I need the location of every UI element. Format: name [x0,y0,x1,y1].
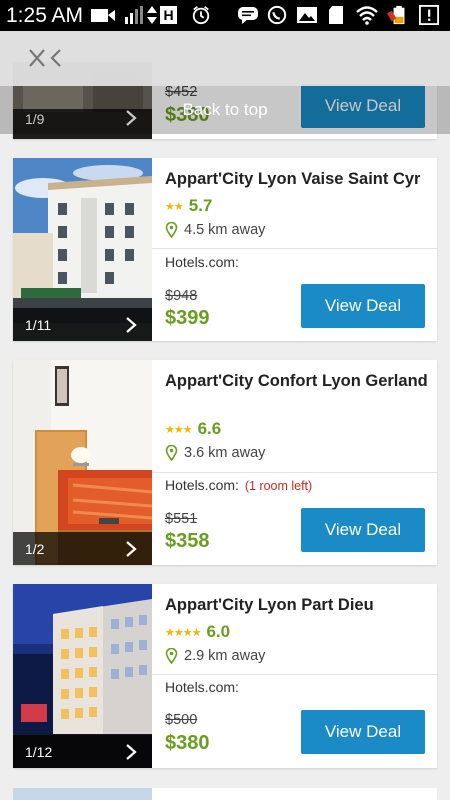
data-arrows-icon [147,6,157,24]
chat-icon [238,7,258,24]
video-icon [91,9,115,22]
distance-row: 2.9 km away [165,646,265,666]
provider-name: Hotels.com: [165,254,239,270]
hotel-photo[interactable]: 1/12 [13,584,152,768]
star-rating-icon: ★★★★ [165,626,201,639]
hotel-card[interactable]: 1/12 Appart'City Lyon Part Dieu ★★★★ 6.0… [13,584,437,768]
photo-counter: 1/2 [25,541,45,557]
location-pin-icon [165,445,178,461]
rating-row: ★★★★ 6.0 [165,622,230,642]
chevron-right-icon[interactable] [124,540,138,558]
view-deal-button[interactable]: View Deal [301,508,425,552]
provider-name: Hotels.com: [165,679,239,695]
hotel-name[interactable]: Appart'City Lyon Part Dieu [165,594,431,616]
location-pin-icon [165,222,178,238]
view-deal-button[interactable]: View Deal [301,710,425,754]
hotel-photo[interactable]: 1/11 [13,158,152,341]
gallery-icon [297,7,317,23]
results-top-bar [0,31,450,86]
distance-text: 3.6 km away [184,445,266,461]
divider [152,674,437,675]
deal-price: $358 [165,530,210,552]
deal-price: $399 [165,307,210,329]
hspa-badge: H [160,6,177,24]
close-collapse-icon[interactable] [26,46,66,70]
photo-counter: 1/11 [25,317,52,333]
distance-row: 3.6 km away [165,443,265,463]
provider-row: Hotels.com: [165,679,241,695]
back-to-top-label: Back to top [182,100,268,119]
photo-counter: 1/12 [25,744,53,760]
provider-row: Hotels.com: [165,254,241,270]
hotel-card-next-partial[interactable] [13,788,437,800]
provider-row: Hotels.com: (1 room left) [165,477,312,493]
review-score: 5.7 [188,196,213,215]
star-rating-icon: ★★ [165,200,184,213]
original-price: $948 [165,288,198,304]
star-rating-icon: ★★★ [165,423,193,436]
alert-icon [419,5,439,25]
battery-icon [387,5,405,25]
original-price: $551 [165,511,198,527]
review-score: 6.6 [197,419,222,438]
sd-card-icon [329,6,343,24]
alarm-icon [192,6,210,25]
status-time: 1:25 AM [6,4,84,27]
deal-price: $380 [165,732,210,754]
chevron-right-icon[interactable] [124,316,138,334]
hotel-name[interactable]: Appart'City Lyon Vaise Saint Cyr [165,168,431,190]
view-deal-button[interactable]: View Deal [301,284,425,328]
original-price: $500 [165,712,198,728]
divider [152,248,437,249]
status-bar: 1:25 AM H [0,0,450,31]
provider-name: Hotels.com: [165,477,239,493]
signal-bars-icon [125,6,143,24]
distance-row: 4.5 km away [165,220,265,240]
chevron-right-icon[interactable] [124,743,138,761]
whatsapp-icon [267,5,287,25]
location-pin-icon [165,648,178,664]
review-score: 6.0 [206,622,231,641]
hotel-photo[interactable]: 1/2 [13,360,152,565]
divider [152,472,437,473]
availability-note: (1 room left) [244,479,313,493]
wifi-icon [356,6,378,25]
back-to-top-button[interactable]: Back to top [0,86,450,134]
distance-text: 4.5 km away [184,222,266,238]
hotel-card[interactable]: 1/2 Appart'City Confort Lyon Gerland ★★★… [13,360,437,565]
distance-text: 2.9 km away [184,648,266,664]
hotel-card[interactable]: 1/11 Appart'City Lyon Vaise Saint Cyr ★★… [13,158,437,341]
rating-row: ★★★ 6.6 [165,419,221,439]
rating-row: ★★ 5.7 [165,196,212,216]
hotel-name[interactable]: Appart'City Confort Lyon Gerland [165,370,431,392]
